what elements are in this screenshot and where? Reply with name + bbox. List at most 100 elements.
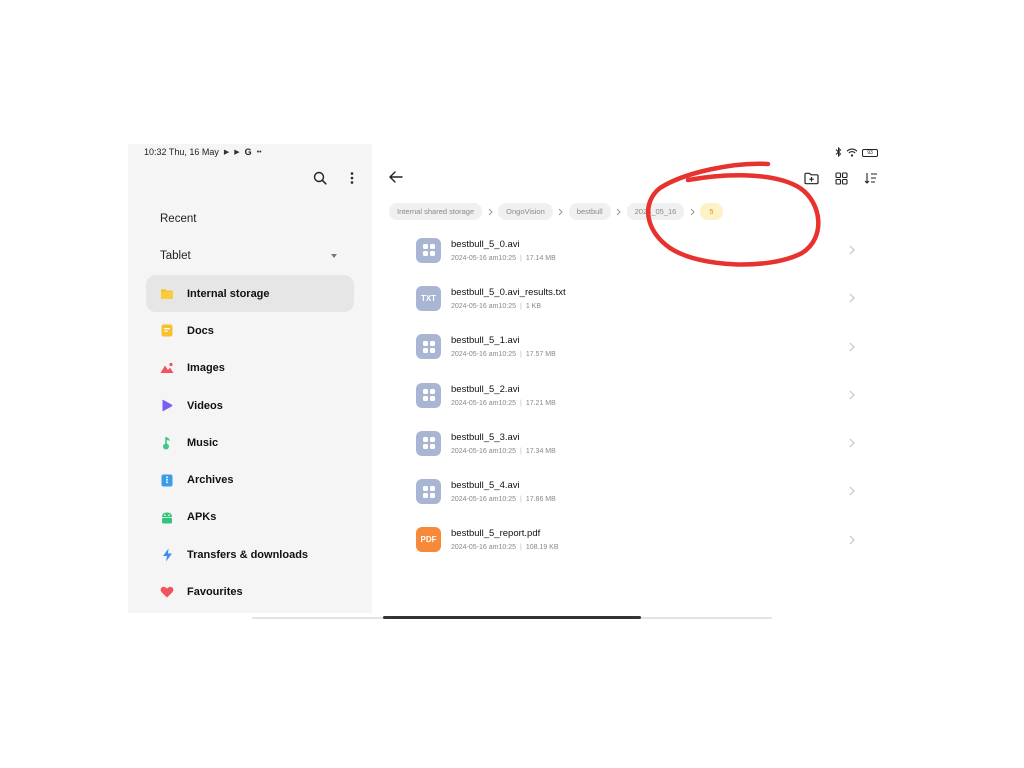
folder-icon [160, 287, 174, 301]
file-row[interactable]: bestbull_5_1.avi 2024-05-16 am10:25 | 17.5… [416, 323, 856, 371]
file-list: bestbull_5_0.avi 2024-05-16 am10:25 | 17.1… [416, 226, 856, 564]
play-store-icon: ▶ [234, 149, 240, 156]
file-date: 2024-05-16 am10:25 [451, 544, 516, 552]
annotation-circle [646, 161, 821, 267]
play-store-icon: ▶ [223, 149, 230, 156]
sidebar-item-internal-storage[interactable]: Internal storage [146, 275, 354, 313]
sidebar-item-videos[interactable]: Videos [146, 387, 354, 424]
breadcrumb-ongovision[interactable]: OngoVision [498, 203, 553, 220]
file-row[interactable]: bestbull_5_2.avi 2024-05-16 am10:25 | 17.2… [416, 371, 856, 419]
file-meta: 2024-05-16 am10:25 | 17.21 MB [451, 399, 556, 407]
chevron-right-icon [611, 205, 627, 219]
sidebar-recent[interactable]: Recent [160, 213, 196, 225]
music-icon [160, 436, 174, 450]
home-indicator[interactable] [383, 616, 641, 619]
sidebar-item-label: APKs [187, 511, 217, 524]
chevron-right-icon [482, 205, 498, 219]
file-date: 2024-05-16 am10:25 [451, 399, 516, 407]
file-size: 17.14 MB [525, 254, 556, 262]
file-size: 108.19 KB [525, 544, 559, 552]
file-row[interactable]: bestbull_5_3.avi 2024-05-16 am10:25 | 17.3… [416, 419, 856, 467]
sidebar-item-label: Videos [187, 399, 223, 412]
breadcrumb-bestbull[interactable]: bestbull [568, 203, 611, 220]
file-meta: 2024-05-16 am10:25 | 1 KB [451, 302, 542, 310]
sidebar-item-images[interactable]: Images [146, 350, 354, 387]
chevron-right-icon [553, 205, 569, 219]
file-name: bestbull_5_4.avi [451, 480, 520, 492]
file-size: 17.21 MB [525, 399, 556, 407]
lightning-icon [160, 548, 174, 562]
file-size: 17.86 MB [525, 496, 556, 504]
sidebar-item-archives[interactable]: Archives [146, 461, 354, 498]
sidebar-item-label: Archives [187, 474, 234, 487]
video-file-icon [416, 382, 441, 408]
pdf-file-icon: PDF [416, 527, 441, 553]
file-date: 2024-05-16 am10:25 [451, 302, 516, 310]
file-meta: 2024-05-16 am10:25 | 17.34 MB [451, 447, 556, 455]
sidebar-item-docs[interactable]: Docs [146, 312, 354, 349]
sidebar: 10:32 Thu, 16 May ▶ ▶ G •• Recent Tablet… [128, 144, 372, 613]
file-date: 2024-05-16 am10:25 [451, 351, 516, 359]
chevron-right-icon [849, 438, 855, 448]
video-file-icon [416, 334, 441, 360]
android-icon [160, 510, 174, 524]
file-name: bestbull_5_3.avi [451, 431, 520, 443]
file-meta: 2024-05-16 am10:25 | 17.14 MB [451, 254, 556, 262]
search-icon[interactable] [311, 169, 329, 187]
sidebar-item-label: Images [187, 362, 225, 375]
wifi-icon [846, 148, 858, 159]
sidebar-tablet-header[interactable]: Tablet [160, 250, 191, 262]
more-options-icon[interactable] [343, 169, 361, 187]
status-time-date: 10:32 Thu, 16 May [144, 147, 219, 157]
video-file-icon [416, 237, 441, 263]
sort-icon[interactable] [862, 169, 880, 187]
play-icon [160, 399, 174, 413]
chevron-right-icon [849, 245, 855, 255]
sidebar-nav: Internal storage Docs Images Videos Musi… [146, 275, 354, 611]
chevron-right-icon [849, 487, 855, 496]
chevron-right-icon [849, 535, 855, 545]
sidebar-item-apks[interactable]: APKs [146, 499, 354, 536]
battery-icon: 93 [862, 149, 878, 157]
video-file-icon [416, 430, 441, 456]
file-meta: 2024-05-16 am10:25 | 108.19 KB [451, 544, 559, 552]
sidebar-toolbar [311, 169, 361, 187]
sidebar-item-label: Music [187, 436, 219, 449]
status-bar-left: 10:32 Thu, 16 May ▶ ▶ G •• [144, 147, 262, 157]
heart-icon [160, 585, 174, 599]
breadcrumb-internal-shared-storage[interactable]: Internal shared storage [389, 203, 483, 220]
file-name: bestbull_5_0.avi [451, 238, 520, 250]
more-notifications-icon: •• [256, 148, 262, 156]
sidebar-item-label: Transfers & downloads [187, 548, 309, 561]
file-name: bestbull_5_0.avi_results.txt [451, 286, 566, 298]
chevron-down-icon[interactable] [331, 254, 337, 258]
grid-view-icon[interactable] [832, 169, 850, 187]
status-bar-right: 93 [835, 146, 878, 159]
file-row[interactable]: bestbull_5_4.avi 2024-05-16 am10:25 | 17.8… [416, 467, 856, 515]
file-date: 2024-05-16 am10:25 [451, 496, 516, 504]
sidebar-item-favourites[interactable]: Favourites [146, 573, 354, 610]
chevron-right-icon [849, 342, 855, 352]
file-row[interactable]: PDF bestbull_5_report.pdf 2024-05-16 am1… [416, 516, 856, 564]
file-size: 17.57 MB [525, 351, 556, 359]
google-icon: G [244, 147, 252, 157]
chevron-right-icon [849, 390, 855, 400]
sidebar-item-label: Internal storage [187, 287, 270, 300]
image-icon [160, 361, 174, 375]
bluetooth-icon [835, 146, 842, 159]
chevron-right-icon [849, 293, 855, 303]
file-size: 1 KB [525, 302, 542, 310]
sidebar-item-music[interactable]: Music [146, 424, 354, 461]
file-name: bestbull_5_2.avi [451, 383, 520, 395]
file-name: bestbull_5_report.pdf [451, 528, 541, 540]
file-meta: 2024-05-16 am10:25 | 17.57 MB [451, 351, 556, 359]
file-row[interactable]: TXT bestbull_5_0.avi_results.txt 2024-05… [416, 274, 856, 322]
sidebar-item-transfers[interactable]: Transfers & downloads [146, 536, 354, 573]
txt-file-icon: TXT [416, 285, 441, 311]
file-date: 2024-05-16 am10:25 [451, 254, 516, 262]
sidebar-item-label: Docs [187, 324, 214, 337]
archive-icon [160, 473, 174, 487]
back-arrow-icon[interactable] [388, 170, 406, 186]
video-file-icon [416, 479, 441, 505]
file-meta: 2024-05-16 am10:25 | 17.86 MB [451, 496, 556, 504]
